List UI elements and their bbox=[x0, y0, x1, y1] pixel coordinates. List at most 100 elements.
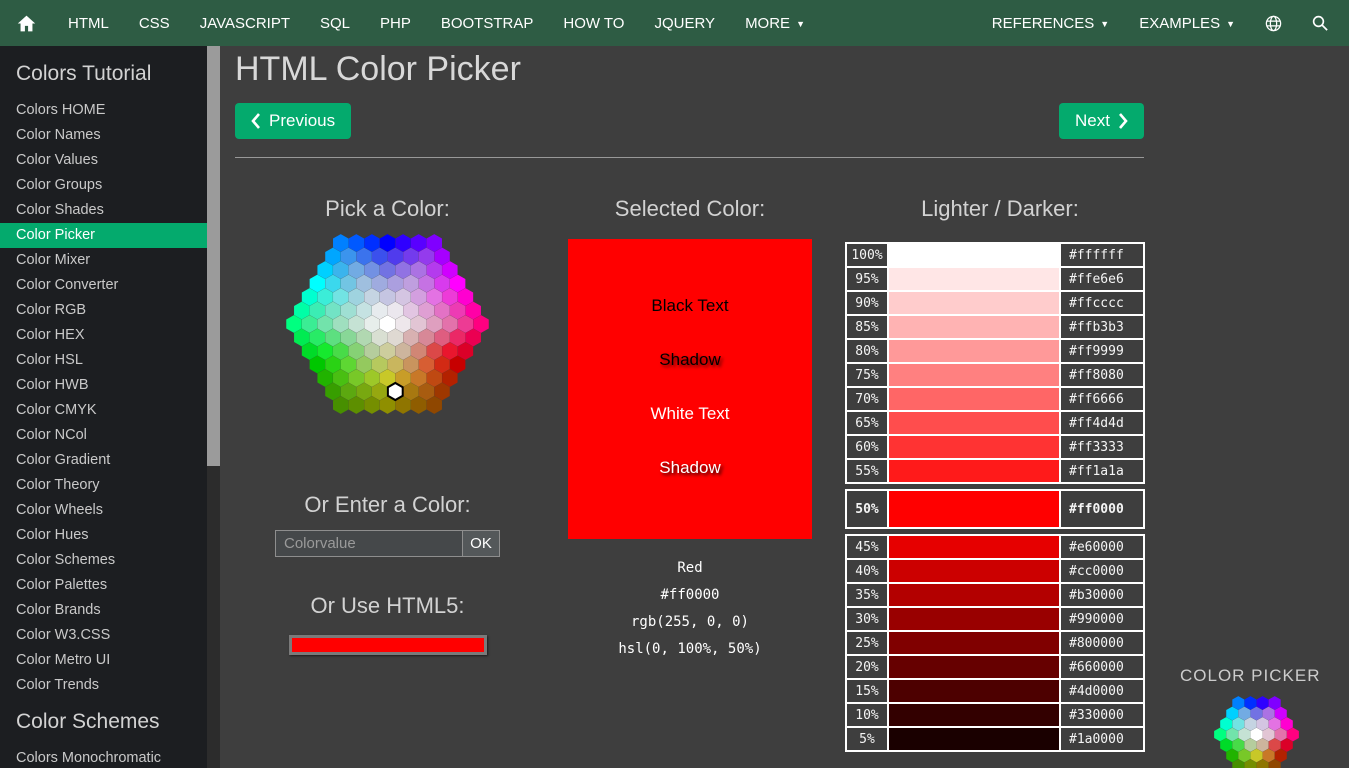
nav-item-jquery[interactable]: JQUERY bbox=[639, 0, 730, 46]
shade-swatch[interactable] bbox=[888, 583, 1060, 607]
nav-item-bootstrap[interactable]: BOOTSTRAP bbox=[426, 0, 549, 46]
nav-item-more[interactable]: MORE▼ bbox=[730, 0, 820, 46]
sidebar-item-colors-home[interactable]: Colors HOME bbox=[0, 98, 207, 123]
shade-row: 100%#ffffff bbox=[846, 243, 1144, 267]
caret-down-icon: ▼ bbox=[796, 19, 805, 29]
topnav: HTMLCSSJAVASCRIPTSQLPHPBOOTSTRAPHOW TOJQ… bbox=[0, 0, 1349, 46]
sidebar-item-color-rgb[interactable]: Color RGB bbox=[0, 298, 207, 323]
shade-percent: 20% bbox=[846, 655, 888, 679]
shade-swatch[interactable] bbox=[888, 363, 1060, 387]
shade-hex: #ff1a1a bbox=[1060, 459, 1144, 483]
sidebar-item-color-shades[interactable]: Color Shades bbox=[0, 198, 207, 223]
sidebar-item-color-cmyk[interactable]: Color CMYK bbox=[0, 398, 207, 423]
shade-swatch[interactable] bbox=[888, 315, 1060, 339]
sidebar-item-color-w3-css[interactable]: Color W3.CSS bbox=[0, 623, 207, 648]
shades-column: Lighter / Darker: 100%#ffffff95%#ffe6e69… bbox=[845, 196, 1155, 752]
sidebar-item-color-theory[interactable]: Color Theory bbox=[0, 473, 207, 498]
shade-percent: 40% bbox=[846, 559, 888, 583]
html5-color-input[interactable] bbox=[289, 635, 487, 655]
color-hsl-value: hsl(0, 100%, 50%) bbox=[568, 636, 812, 663]
sidebar-item-color-wheels[interactable]: Color Wheels bbox=[0, 498, 207, 523]
shade-swatch[interactable] bbox=[888, 703, 1060, 727]
nav-item-sql[interactable]: SQL bbox=[305, 0, 365, 46]
shade-swatch[interactable] bbox=[888, 267, 1060, 291]
sidebar-scrollbar[interactable] bbox=[207, 46, 220, 768]
shade-swatch[interactable] bbox=[888, 559, 1060, 583]
nav-item-javascript[interactable]: JAVASCRIPT bbox=[185, 0, 305, 46]
sidebar-item-color-mixer[interactable]: Color Mixer bbox=[0, 248, 207, 273]
shades-heading: Lighter / Darker: bbox=[845, 196, 1155, 224]
nav-item-html[interactable]: HTML bbox=[53, 0, 124, 46]
sidebar-item-color-names[interactable]: Color Names bbox=[0, 123, 207, 148]
nav-item-references[interactable]: REFERENCES▼ bbox=[977, 0, 1124, 46]
sidebar-item-color-gradient[interactable]: Color Gradient bbox=[0, 448, 207, 473]
shade-row: 75%#ff8080 bbox=[846, 363, 1144, 387]
previous-button-label: Previous bbox=[269, 111, 335, 131]
shade-row: 85%#ffb3b3 bbox=[846, 315, 1144, 339]
color-value-input[interactable] bbox=[275, 530, 463, 557]
shade-swatch[interactable] bbox=[888, 411, 1060, 435]
search-icon[interactable] bbox=[1297, 0, 1343, 46]
shade-row: 50%#ff0000 bbox=[846, 490, 1144, 528]
selected-color-marker[interactable] bbox=[388, 383, 403, 400]
shade-percent: 70% bbox=[846, 387, 888, 411]
shade-row: 60%#ff3333 bbox=[846, 435, 1144, 459]
shade-percent: 95% bbox=[846, 267, 888, 291]
shade-row: 10%#330000 bbox=[846, 703, 1144, 727]
nav-item-php[interactable]: PHP bbox=[365, 0, 426, 46]
next-button[interactable]: Next bbox=[1059, 103, 1144, 139]
shade-swatch[interactable] bbox=[888, 727, 1060, 751]
selected-color-heading: Selected Color: bbox=[568, 196, 812, 224]
color-picker-ad-label[interactable]: COLOR PICKER bbox=[1180, 666, 1320, 686]
sidebar-item-color-ncol[interactable]: Color NCol bbox=[0, 423, 207, 448]
shade-row: 70% #ff6666 bbox=[846, 387, 1144, 411]
sidebar-item-color-hwb[interactable]: Color HWB bbox=[0, 373, 207, 398]
sidebar-item-color-brands[interactable]: Color Brands bbox=[0, 598, 207, 623]
shade-hex: #ff6666 bbox=[1060, 387, 1144, 411]
shade-swatch[interactable] bbox=[888, 631, 1060, 655]
white-shadow-sample: Shadow bbox=[568, 441, 812, 495]
sidebar-item-color-hues[interactable]: Color Hues bbox=[0, 523, 207, 548]
shade-percent: 15% bbox=[846, 679, 888, 703]
home-icon[interactable] bbox=[0, 0, 53, 46]
html5-heading: Or Use HTML5: bbox=[235, 593, 540, 621]
nav-item-how-to[interactable]: HOW TO bbox=[548, 0, 639, 46]
shade-swatch[interactable] bbox=[888, 435, 1060, 459]
white-text-sample: White Text bbox=[568, 387, 812, 441]
shade-swatch[interactable] bbox=[888, 243, 1060, 267]
sidebar-item-color-picker[interactable]: Color Picker bbox=[0, 223, 207, 248]
shade-swatch[interactable] bbox=[888, 535, 1060, 559]
sidebar: Colors Tutorial Colors HOMEColor NamesCo… bbox=[0, 46, 207, 768]
nav-item-examples[interactable]: EXAMPLES▼ bbox=[1124, 0, 1250, 46]
sidebar-item-color-groups[interactable]: Color Groups bbox=[0, 173, 207, 198]
color-hex-value: #ff0000 bbox=[568, 582, 812, 609]
sidebar-item-color-trends[interactable]: Color Trends bbox=[0, 673, 207, 698]
nav-item-css[interactable]: CSS bbox=[124, 0, 185, 46]
sidebar-item-color-hsl[interactable]: Color HSL bbox=[0, 348, 207, 373]
sidebar-item-color-schemes[interactable]: Color Schemes bbox=[0, 548, 207, 573]
color-picker-logo[interactable] bbox=[1212, 694, 1301, 768]
shade-row: 65%#ff4d4d bbox=[846, 411, 1144, 435]
shade-swatch[interactable] bbox=[888, 679, 1060, 703]
shade-swatch[interactable] bbox=[888, 339, 1060, 363]
shade-swatch[interactable] bbox=[888, 459, 1060, 483]
shade-swatch[interactable] bbox=[888, 291, 1060, 315]
sidebar-item-color-hex[interactable]: Color HEX bbox=[0, 323, 207, 348]
globe-icon[interactable] bbox=[1250, 0, 1297, 46]
previous-button[interactable]: Previous bbox=[235, 103, 351, 139]
shade-swatch[interactable] bbox=[888, 607, 1060, 631]
shade-swatch[interactable] bbox=[888, 490, 1060, 528]
shade-hex: #ffffff bbox=[1060, 243, 1144, 267]
sidebar-item-color-values[interactable]: Color Values bbox=[0, 148, 207, 173]
sidebar-item-color-metro-ui[interactable]: Color Metro UI bbox=[0, 648, 207, 673]
color-hexagon-map[interactable] bbox=[284, 232, 491, 416]
shade-percent: 10% bbox=[846, 703, 888, 727]
ok-button[interactable]: OK bbox=[463, 530, 500, 557]
shade-swatch[interactable] bbox=[888, 387, 1060, 411]
sidebar-scrollbar-thumb[interactable] bbox=[207, 46, 220, 466]
shade-row: 15%#4d0000 bbox=[846, 679, 1144, 703]
shade-swatch[interactable] bbox=[888, 655, 1060, 679]
sidebar-item-color-palettes[interactable]: Color Palettes bbox=[0, 573, 207, 598]
sidebar-item-colors-monochromatic[interactable]: Colors Monochromatic bbox=[0, 746, 207, 768]
sidebar-item-color-converter[interactable]: Color Converter bbox=[0, 273, 207, 298]
